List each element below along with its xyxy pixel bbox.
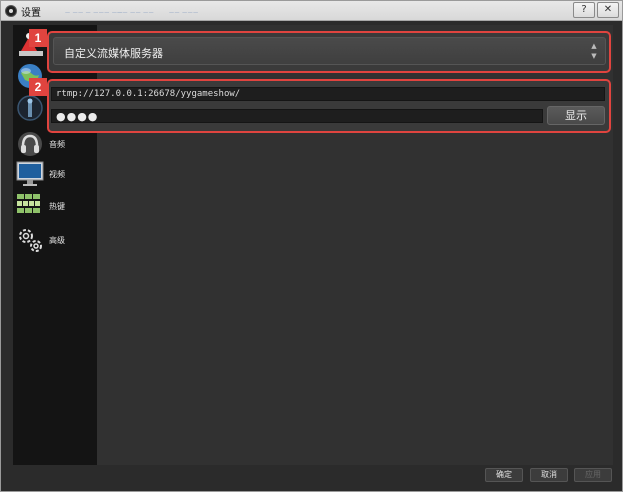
- settings-window: 设置 — —— — ——— —— —— —— —— —— ——— ? ✕ 音频 …: [0, 0, 623, 492]
- cancel-button[interactable]: 取消: [530, 468, 568, 482]
- sidebar-item-advanced[interactable]: 高级: [13, 225, 97, 257]
- sidebar-item-video[interactable]: 视频: [13, 159, 97, 191]
- sidebar-item-audio[interactable]: 音频: [13, 129, 97, 161]
- chevron-updown-icon: ▲ ▼: [591, 42, 597, 60]
- dialog-footer: 确定 取消 应用: [1, 465, 622, 491]
- faint-title-text: —— ———: [169, 10, 199, 16]
- step-badge-2: 2: [29, 78, 47, 96]
- obs-app-icon: [5, 5, 17, 17]
- server-url-value: rtmp://127.0.0.1:26678/yygameshow/: [56, 89, 241, 99]
- title-bar: 设置 — —— — ——— —— —— —— —— —— ——— ? ✕: [1, 1, 622, 21]
- sidebar-item-hotkeys[interactable]: 热键: [13, 191, 97, 223]
- gears-icon: [19, 229, 42, 252]
- faint-title-text: — —— — ——— ——: [65, 10, 123, 16]
- ok-button[interactable]: 确定: [485, 468, 523, 482]
- close-button[interactable]: ✕: [597, 2, 619, 18]
- sidebar-item-label: 热键: [49, 202, 65, 211]
- server-panel: rtmp://127.0.0.1:26678/yygameshow/ ●●●● …: [47, 79, 611, 133]
- show-key-button[interactable]: 显示: [547, 106, 605, 125]
- sidebar-item-label: 音频: [49, 140, 65, 149]
- window-title: 设置: [21, 8, 41, 19]
- service-panel: 自定义流媒体服务器 ▲ ▼: [47, 31, 611, 73]
- service-select[interactable]: 自定义流媒体服务器 ▲ ▼: [53, 37, 606, 65]
- sidebar-item-label: 视频: [49, 170, 65, 179]
- faint-title-text: —— —— ——: [117, 10, 155, 16]
- help-button[interactable]: ?: [573, 2, 595, 18]
- signal-icon: [17, 95, 43, 121]
- headset-icon: [18, 132, 42, 156]
- server-url-input[interactable]: rtmp://127.0.0.1:26678/yygameshow/: [51, 87, 605, 101]
- stream-key-input[interactable]: ●●●●: [51, 109, 543, 123]
- stream-key-value: ●●●●: [56, 110, 99, 123]
- monitor-icon: [16, 161, 44, 186]
- apply-button[interactable]: 应用: [574, 468, 612, 482]
- service-select-value: 自定义流媒体服务器: [64, 47, 163, 60]
- keyboard-icon: [17, 194, 40, 213]
- sidebar-item-label: 高级: [49, 236, 65, 245]
- step-badge-1: 1: [29, 29, 47, 47]
